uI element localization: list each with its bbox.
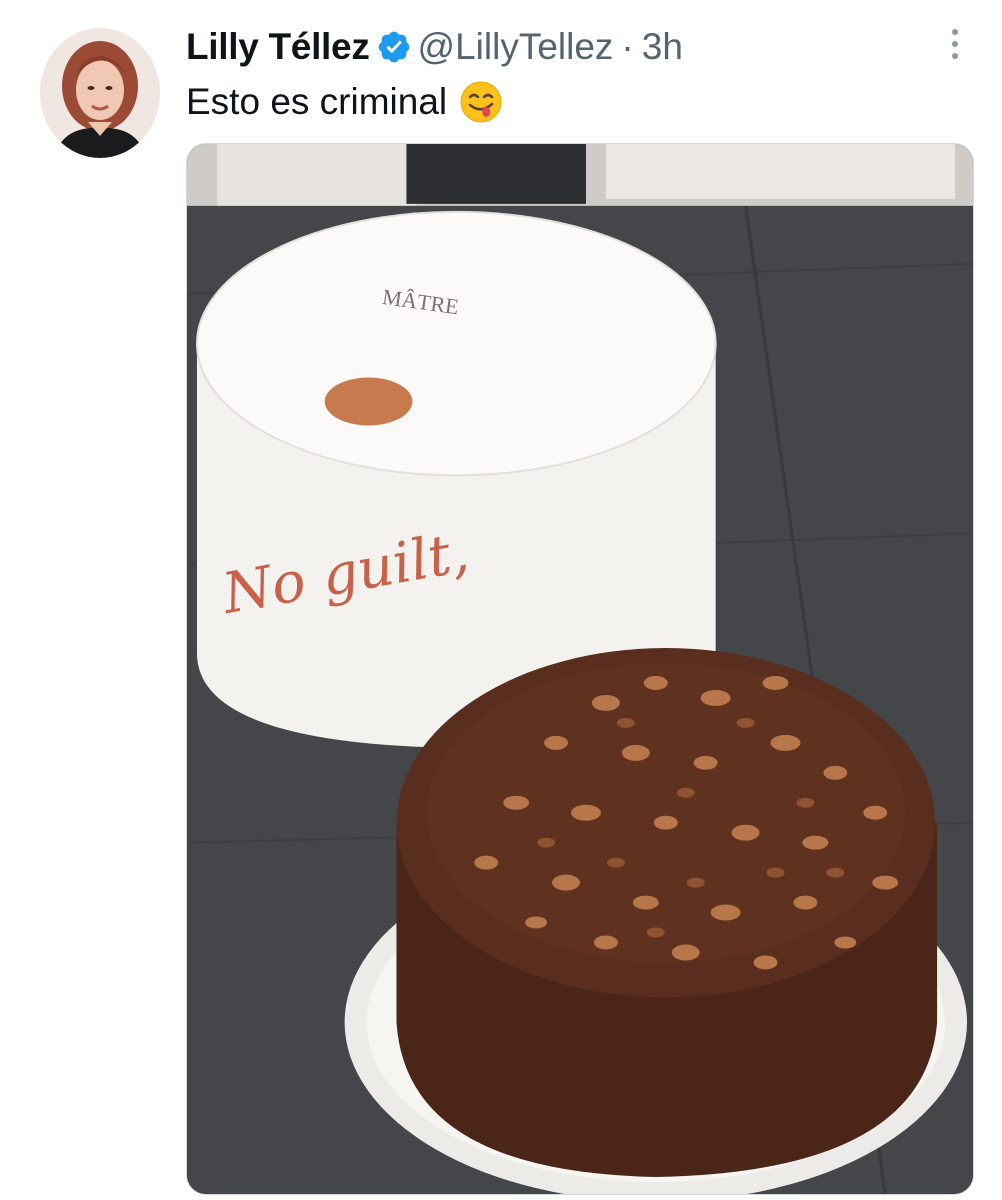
more-vertical-icon (952, 29, 958, 59)
more-options-button[interactable] (940, 24, 970, 64)
tweet-header: Lilly Téllez @LillyTellez · 3h (186, 22, 683, 72)
author-avatar[interactable] (40, 28, 160, 158)
face-savoring-food-emoji-icon (459, 80, 503, 124)
tweet-timestamp[interactable]: 3h (642, 26, 683, 68)
author-display-name[interactable]: Lilly Téllez (186, 26, 370, 68)
author-handle[interactable]: @LillyTellez (418, 26, 614, 68)
tweet-photo[interactable]: MÂTRE No guilt, (186, 143, 974, 1195)
verified-badge-icon (376, 29, 412, 65)
profile-photo (40, 28, 160, 158)
cake-photo: MÂTRE No guilt, (187, 144, 973, 1194)
separator-dot: · (621, 26, 634, 67)
tweet-text-content: Esto es criminal (186, 81, 448, 122)
tweet-text: Esto es criminal (186, 76, 503, 128)
